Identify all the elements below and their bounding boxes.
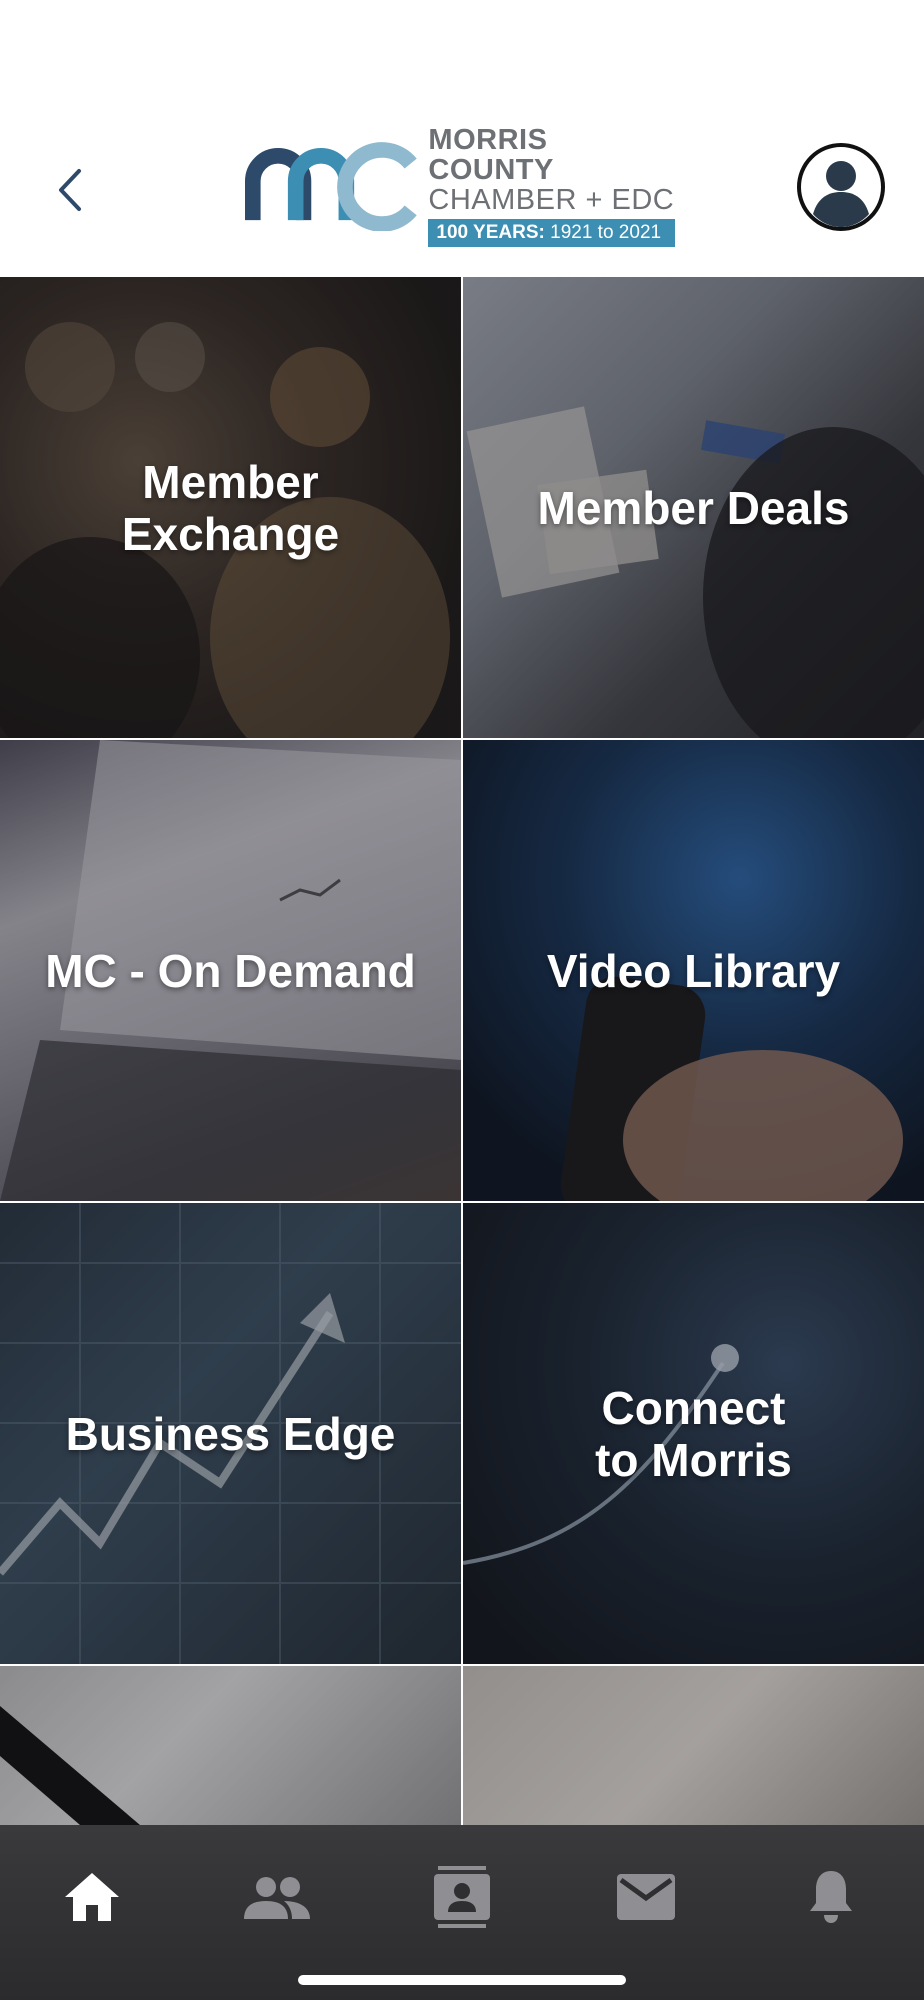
contact-card-icon — [434, 1866, 490, 1928]
chevron-left-icon — [59, 169, 81, 211]
logo-line-2: CHAMBER + EDC — [428, 184, 675, 216]
tile-overlay — [0, 1666, 461, 1825]
logo-line-1: MORRIS COUNTY — [428, 124, 554, 186]
tab-notifications[interactable] — [781, 1847, 881, 1947]
tile-connect-to-morris[interactable]: Connect to Morris — [463, 1203, 924, 1664]
profile-button[interactable] — [796, 142, 886, 232]
tile-business-edge[interactable]: Business Edge — [0, 1203, 461, 1664]
tile-label: Video Library — [546, 944, 841, 997]
app-header: MORRIS COUNTY CHAMBER + EDC 100 YEARS: 1… — [0, 100, 924, 277]
tile-label: Member Exchange — [121, 455, 340, 560]
tab-directory[interactable] — [412, 1847, 512, 1947]
tile-label: Connect to Morris — [595, 1381, 792, 1486]
people-icon — [244, 1877, 310, 1919]
user-circle-icon — [797, 143, 885, 231]
tile-member-exchange[interactable]: Member Exchange — [0, 277, 461, 738]
tile-mc-on-demand[interactable]: MC - On Demand — [0, 740, 461, 1201]
tile-overlay — [463, 1666, 924, 1825]
home-indicator — [298, 1975, 626, 1985]
bottom-tab-bar — [0, 1825, 924, 2000]
tile-label: Business Edge — [65, 1407, 396, 1460]
tile-video-library[interactable]: Video Library — [463, 740, 924, 1201]
tile-member-deals[interactable]: Member Deals — [463, 277, 924, 738]
tab-members[interactable] — [227, 1847, 327, 1947]
mail-icon — [617, 1874, 675, 1920]
home-icon — [65, 1873, 119, 1921]
tile-partial-1[interactable] — [0, 1666, 461, 1825]
tile-label: Member Deals — [537, 481, 850, 534]
bell-icon — [810, 1871, 852, 1923]
tab-home[interactable] — [42, 1847, 142, 1947]
status-bar — [0, 0, 924, 100]
tile-label: MC - On Demand — [45, 944, 416, 997]
chamber-logo: MORRIS COUNTY CHAMBER + EDC 100 YEARS: 1… — [245, 125, 675, 247]
tile-partial-2[interactable] — [463, 1666, 924, 1825]
mc-logo-mark-icon — [245, 142, 417, 231]
logo-badge: 100 YEARS: 1921 to 2021 — [428, 219, 675, 247]
tab-messages[interactable] — [596, 1847, 696, 1947]
feature-grid: Member Exchange Member Deals MC - On Dem… — [0, 277, 924, 1825]
back-button[interactable] — [40, 150, 100, 230]
